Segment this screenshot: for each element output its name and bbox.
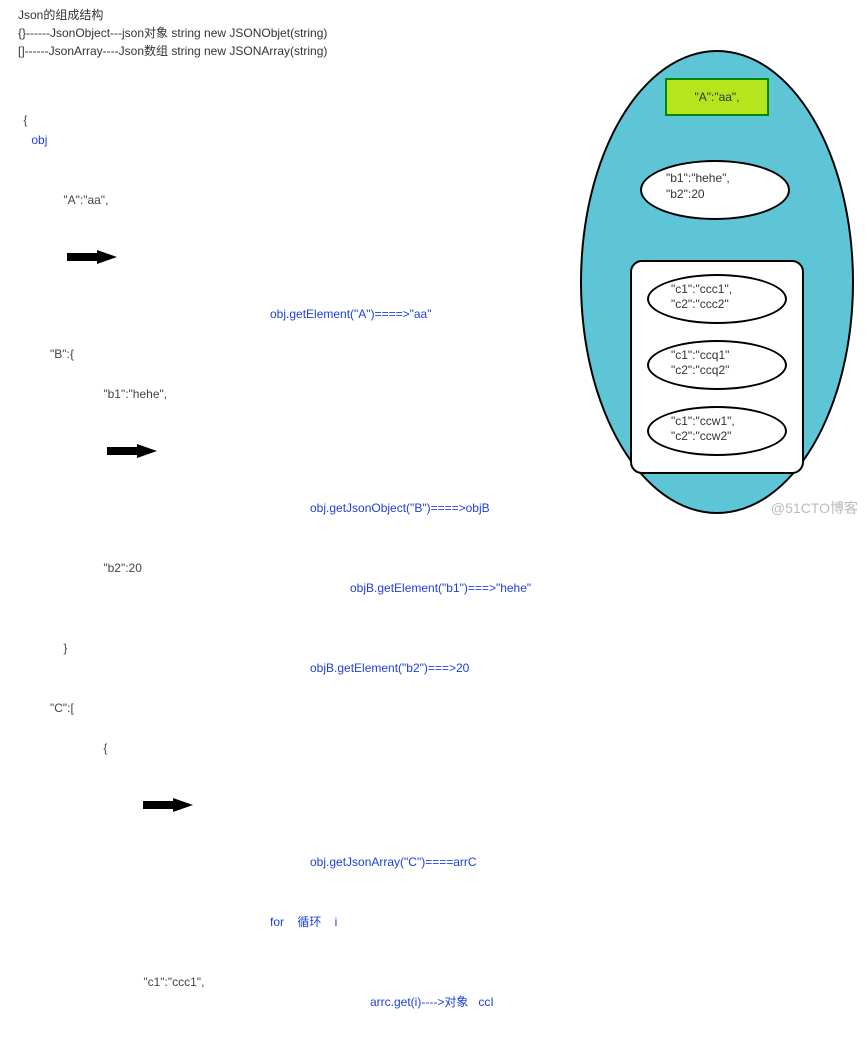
open-brace: { obj [10,90,570,170]
ellipse-b-line1: "b1":"hehe", [666,170,788,186]
arrow-icon [67,210,117,304]
ellipse-b: "b1":"hehe", "b2":20 [640,160,790,220]
annotation-c1: obj.getJsonArray("C")====arrC [310,852,477,872]
annotation-c2: for 循环 i [270,912,337,932]
arrow-icon [143,758,193,852]
line-b-open: "B":{ [50,344,570,364]
e2-line1: "c1":"ccq1" [671,348,785,363]
annotation-c3: arrc.get(i)---->对象 ccI [370,992,494,1012]
watermark: @51CTO博客 [771,498,858,518]
ellipse-c1: "c1":"ccc1", "c2":"ccc2" [647,274,787,324]
green-box: "A":"aa", [665,78,769,116]
obj-label: obj [31,133,47,147]
e1-line1: "c1":"ccc1", [671,282,785,297]
ellipse-b-line2: "b2":20 [666,186,788,202]
ellipse-c2: "c1":"ccq1" "c2":"ccq2" [647,340,787,390]
ellipse-c3: "c1":"ccw1", "c2":"ccw2" [647,406,787,456]
e3-line1: "c1":"ccw1", [671,414,785,429]
line-b2: "b2":20 objB.getElement("b1")===>"hehe" [90,538,570,618]
annotation-b3: objB.getElement("b2")===>20 [310,658,469,678]
c2a: "c2":"ccc2" ccI.getElement("c1")====>ccc… [130,1032,570,1044]
e1-line2: "c2":"ccc2" [671,297,785,312]
arrow-icon [107,404,157,498]
line-a: "A":"aa", obj.getElement("A")====>"aa" [50,170,570,344]
ann-c2-row: for 循环 i [10,892,570,952]
e3-line2: "c2":"ccw2" [671,429,785,444]
line-b1: "b1":"hehe", obj.getJsonObject("B")====>… [90,364,570,538]
c1a: "c1":"ccc1", arrc.get(i)---->对象 ccI [130,952,570,1032]
c-item1-open: { obj.getJsonArray("C")====arrC [90,718,570,892]
annotation-b2: objB.getElement("b1")===>"hehe" [350,578,531,598]
diagram: "A":"aa", "b1":"hehe", "b2":20 "c1":"ccc… [580,50,850,510]
annotation-a: obj.getElement("A")====>"aa" [270,304,431,324]
code-area: { obj "A":"aa", obj.getElement("A")====>… [10,90,570,1044]
annotation-b1: obj.getJsonObject("B")====>objB [310,498,490,518]
header-line1: {}------JsonObject---json对象 string new J… [18,24,856,42]
line-c-open: "C":[ [50,698,570,718]
header-title: Json的组成结构 [18,6,856,24]
e2-line2: "c2":"ccq2" [671,363,785,378]
array-rect: "c1":"ccc1", "c2":"ccc2" "c1":"ccq1" "c2… [630,260,804,474]
close-b: } objB.getElement("b2")===>20 [50,618,570,698]
